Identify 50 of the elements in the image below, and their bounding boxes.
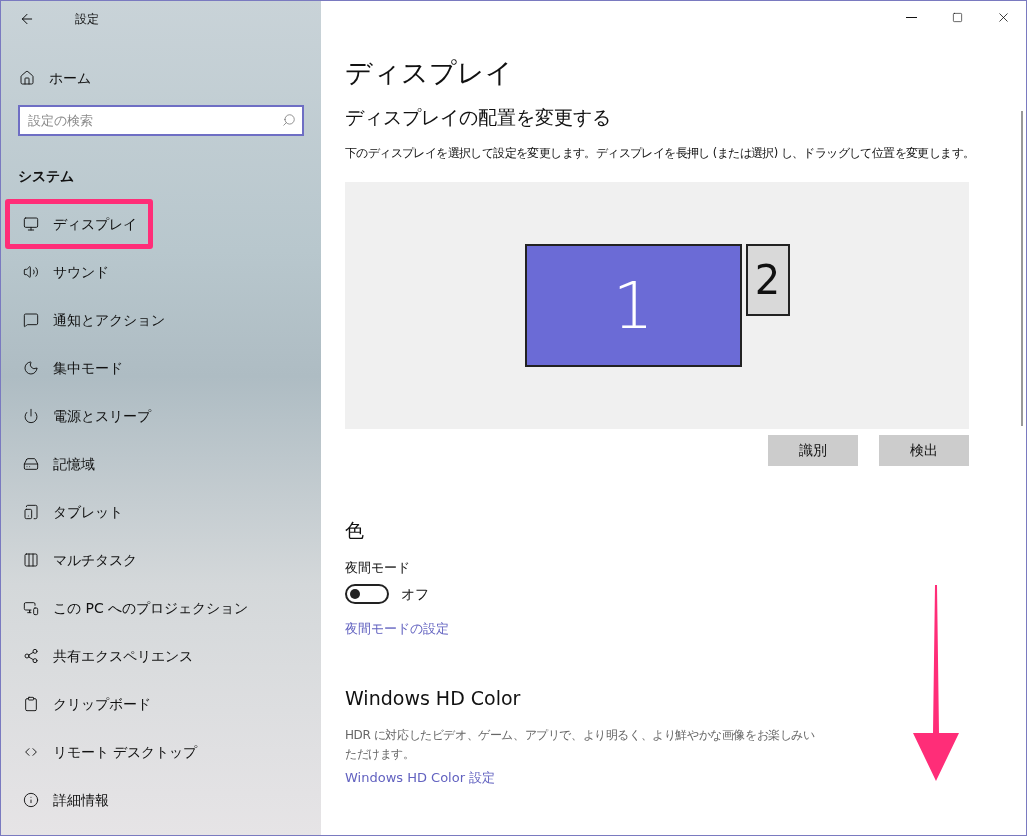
- section-heading: 色: [345, 518, 365, 544]
- moon-icon: [23, 360, 39, 376]
- info-icon: [23, 792, 39, 808]
- scrollbar[interactable]: [1021, 111, 1023, 426]
- speech-bubble-icon: [23, 312, 39, 328]
- screens-icon: [23, 600, 39, 616]
- sidebar-item[interactable]: マルチタスク: [5, 535, 166, 585]
- speaker-icon: [23, 264, 39, 280]
- display-tile[interactable]: 2: [745, 244, 790, 317]
- sidebar-item[interactable]: 電源とスリープ: [5, 391, 180, 441]
- power-icon: [23, 408, 39, 424]
- search-field[interactable]: 設定の検索: [18, 105, 304, 136]
- description-text: HDR に対応したビデオ、ゲーム、アプリで、より明るく、より鮮やかな画像をお楽しみいただけます。: [345, 727, 815, 764]
- monitor-icon: [23, 216, 39, 232]
- drive-icon: [23, 456, 39, 472]
- action-button[interactable]: 検出: [879, 435, 969, 467]
- action-button[interactable]: 識別: [768, 435, 858, 467]
- search-icon: [282, 113, 296, 127]
- settings-link[interactable]: Windows HD Color 設定: [345, 768, 496, 788]
- home-icon: [19, 70, 35, 86]
- toggle-state: オフ: [401, 584, 429, 604]
- tablet-icon: [23, 504, 39, 520]
- sidebar-item[interactable]: サウンド: [5, 247, 138, 297]
- window-title: 設定: [75, 11, 99, 28]
- section-heading: システム: [18, 167, 74, 186]
- home-link[interactable]: ホーム: [1, 67, 91, 89]
- share-icon: [23, 648, 39, 664]
- sidebar-item[interactable]: 通知とアクション: [5, 295, 194, 345]
- sidebar-item[interactable]: 集中モード: [5, 343, 152, 393]
- toggle-switch[interactable]: [345, 584, 389, 605]
- sidebar-item[interactable]: 記憶域: [5, 439, 124, 489]
- sidebar-item[interactable]: ディスプレイ: [5, 199, 153, 249]
- back-button[interactable]: [19, 11, 35, 27]
- page-title: ディスプレイ: [345, 56, 514, 90]
- section-heading: Windows HD Color: [345, 686, 522, 712]
- sidebar-item[interactable]: タブレット: [5, 487, 152, 537]
- section-heading: ディスプレイの配置を変更する: [345, 105, 612, 130]
- display-tile[interactable]: 1: [524, 244, 742, 368]
- columns-icon: [23, 552, 39, 568]
- sidebar-item[interactable]: リモート デスクトップ: [5, 727, 227, 777]
- maximize-icon: [951, 12, 963, 23]
- sidebar-item[interactable]: 共有エクスペリエンス: [5, 631, 222, 681]
- sidebar-item[interactable]: この PC へのプロジェクション: [5, 583, 278, 633]
- minimize-icon: [905, 17, 917, 18]
- toggle-label: 夜間モード: [345, 559, 411, 578]
- description-text: 下のディスプレイを選択して設定を変更します。ディスプレイを長押し (または選択) し、ドラッグして位置を変更します。: [345, 145, 975, 162]
- sidebar-item[interactable]: クリップボード: [5, 679, 180, 729]
- clipboard-icon: [23, 696, 39, 712]
- sidebar-item[interactable]: 詳細情報: [5, 775, 138, 825]
- settings-link[interactable]: 夜間モードの設定: [345, 618, 449, 639]
